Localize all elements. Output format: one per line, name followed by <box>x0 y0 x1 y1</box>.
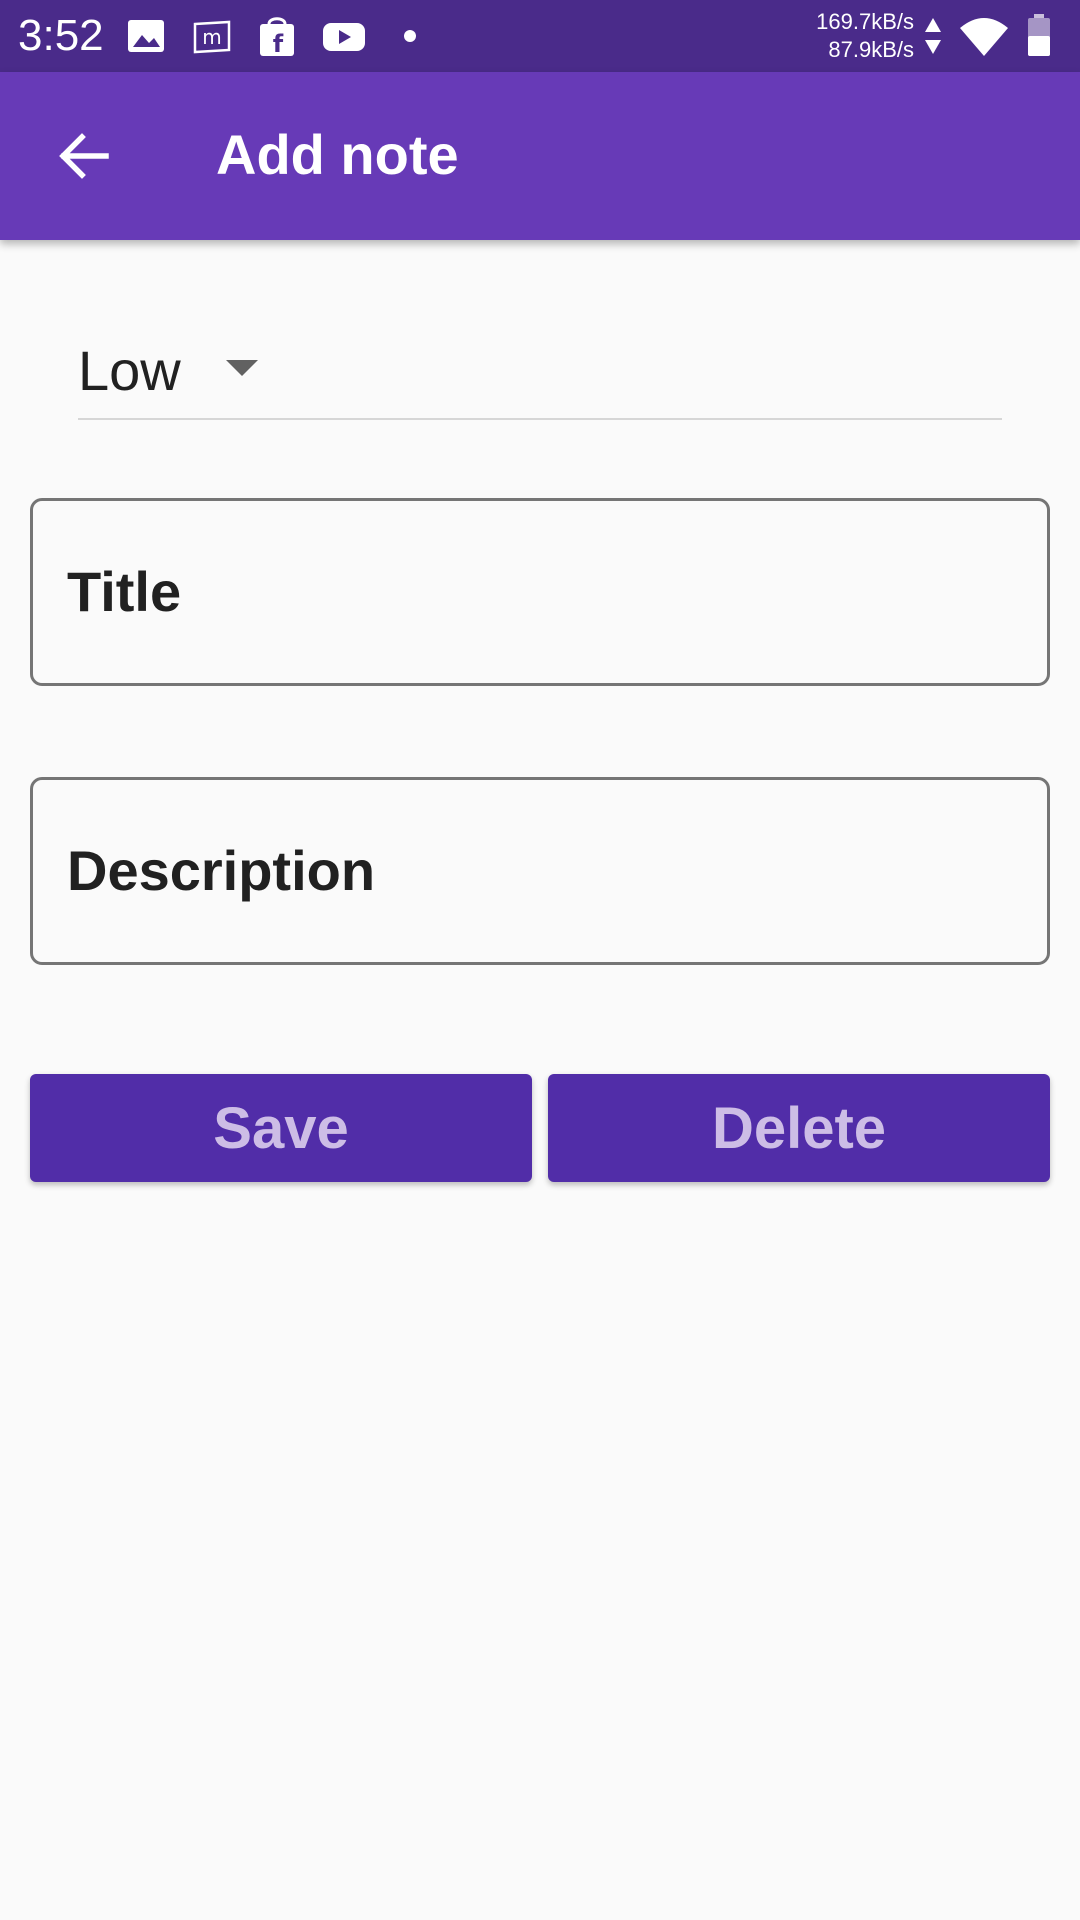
battery-icon <box>1028 14 1050 56</box>
priority-selected-value: Low <box>78 339 181 402</box>
priority-spinner[interactable]: Low <box>78 330 1002 420</box>
delete-button[interactable]: Delete <box>548 1074 1050 1182</box>
title-input[interactable] <box>67 559 1023 625</box>
status-bar: 3:52 m f 169.7kB/s 87.9kB/s <box>0 0 1080 72</box>
description-input[interactable] <box>67 838 1023 904</box>
app-bar: Add note <box>0 72 1080 240</box>
upload-speed: 169.7kB/s <box>816 9 914 34</box>
network-speed: 169.7kB/s 87.9kB/s <box>792 8 914 64</box>
youtube-icon <box>323 23 365 51</box>
dot-icon <box>404 30 416 42</box>
mail-app-icon: m <box>193 20 231 54</box>
image-icon <box>128 20 164 52</box>
status-time: 3:52 <box>18 11 104 60</box>
svg-text:m: m <box>202 25 221 49</box>
description-field[interactable] <box>30 777 1050 965</box>
page-title: Add note <box>216 123 459 186</box>
data-arrows-icon <box>925 18 941 54</box>
arrow-back-icon <box>59 133 109 179</box>
back-button[interactable] <box>40 112 128 200</box>
download-speed: 87.9kB/s <box>828 37 914 62</box>
dropdown-arrow-icon <box>226 360 258 376</box>
svg-text:f: f <box>273 30 284 58</box>
save-button[interactable]: Save <box>30 1074 532 1182</box>
title-field[interactable] <box>30 498 1050 686</box>
wifi-icon <box>960 18 1008 56</box>
shopping-bag-icon: f <box>260 17 294 58</box>
